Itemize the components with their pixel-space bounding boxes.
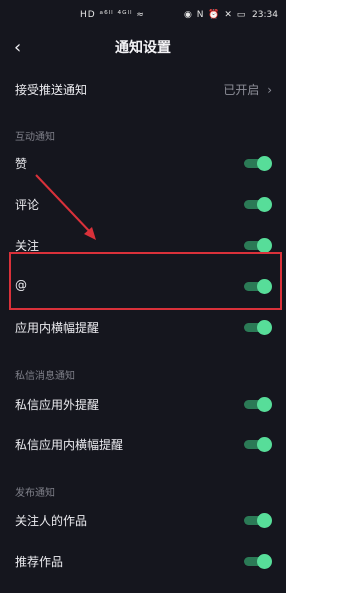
notification-settings-screen: HD ᵃ⁶ˡˡ ⁴ᴳˡˡ ≈ ◉ N ⏰ ✕ ▭ 23:34 ‹ 通知设置 接受…	[0, 0, 286, 593]
annotation-arrow-icon	[35, 174, 96, 240]
